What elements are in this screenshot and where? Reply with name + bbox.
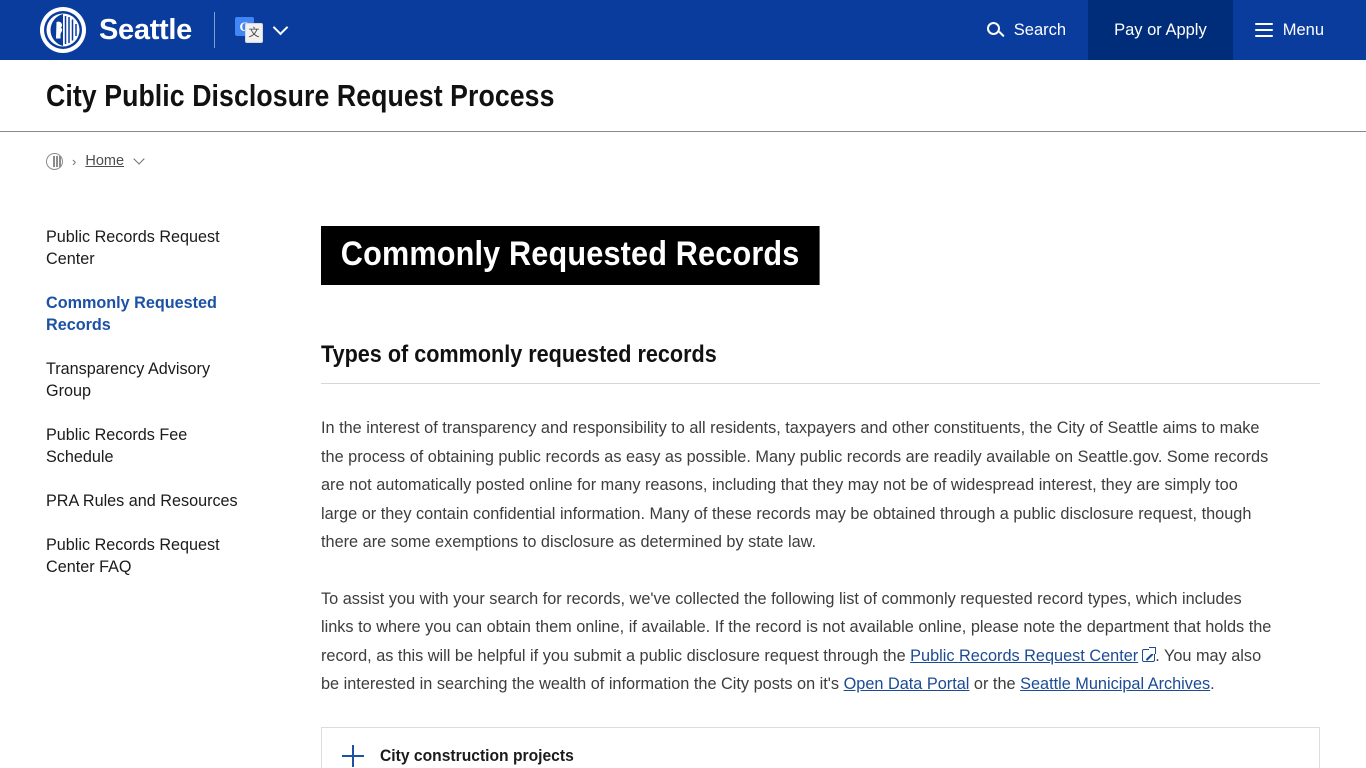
breadcrumb: › Home [0, 132, 1366, 190]
google-translate-icon: G 文 [235, 17, 263, 43]
sidebar-item-pra-rules-and-resources[interactable]: PRA Rules and Resources [46, 490, 246, 512]
section-sidebar-nav: Public Records Request Center Commonly R… [46, 226, 321, 768]
sidebar-item-public-records-request-center[interactable]: Public Records Request Center [46, 226, 246, 270]
link-public-records-request-center[interactable]: Public Records Request Center [910, 647, 1138, 665]
site-header: Seattle G 文 Search Pay or Apply Menu [0, 0, 1366, 60]
sidebar-item-public-records-fee-schedule[interactable]: Public Records Fee Schedule [46, 424, 246, 468]
menu-button[interactable]: Menu [1233, 0, 1366, 60]
section-heading-rule [321, 383, 1320, 384]
intro-paragraph: In the interest of transparency and resp… [321, 419, 1269, 551]
chevron-down-icon[interactable] [133, 153, 145, 165]
accordion-item-label: City construction projects [380, 745, 574, 765]
records-accordion: City construction projects [321, 726, 1320, 768]
sidebar-item-commonly-requested-records[interactable]: Commonly Requested Records [46, 292, 246, 336]
menu-label: Menu [1282, 20, 1324, 39]
banner-heading: Commonly Requested Records [321, 226, 820, 285]
chevron-down-icon [272, 19, 289, 36]
assist-paragraph-text-3: or the [969, 675, 1021, 693]
page-body: Public Records Request Center Commonly R… [0, 190, 1366, 768]
link-open-data-portal[interactable]: Open Data Portal [844, 675, 970, 693]
google-translate-selector[interactable]: G 文 [235, 17, 289, 43]
search-button[interactable]: Search [965, 0, 1088, 60]
seattle-seal-icon [40, 7, 86, 53]
assist-paragraph: To assist you with your search for recor… [321, 585, 1276, 699]
accordion-item-city-construction-projects[interactable]: City construction projects [322, 728, 1319, 768]
pay-or-apply-label: Pay or Apply [1114, 20, 1207, 39]
search-icon [986, 21, 1005, 39]
search-label: Search [1013, 20, 1067, 39]
link-seattle-municipal-archives[interactable]: Seattle Municipal Archives [1020, 675, 1210, 693]
page-title: City Public Disclosure Request Process [46, 77, 555, 113]
sidebar-item-transparency-advisory-group[interactable]: Transparency Advisory Group [46, 358, 246, 402]
pay-or-apply-button[interactable]: Pay or Apply [1088, 0, 1233, 60]
hamburger-icon [1254, 19, 1273, 41]
section-heading: Types of commonly requested records [321, 341, 717, 368]
external-link-icon [1142, 646, 1157, 662]
seattle-seal-small-icon[interactable] [46, 152, 63, 170]
breadcrumb-separator: › [72, 153, 77, 169]
header-nav: Search Pay or Apply Menu [965, 0, 1366, 60]
header-divider [214, 12, 215, 48]
assist-paragraph-text-4: . [1210, 675, 1215, 693]
brand-name: Seattle [99, 13, 192, 46]
sidebar-item-public-records-request-center-faq[interactable]: Public Records Request Center FAQ [46, 534, 246, 578]
main-content: Commonly Requested Records Types of comm… [321, 226, 1366, 768]
breadcrumb-home-link[interactable]: Home [85, 153, 124, 169]
plus-icon [342, 744, 364, 767]
brand-home-link[interactable]: Seattle [40, 0, 192, 60]
google-translate-glyph: 文 [245, 23, 263, 43]
page-title-band: City Public Disclosure Request Process [0, 60, 1366, 132]
